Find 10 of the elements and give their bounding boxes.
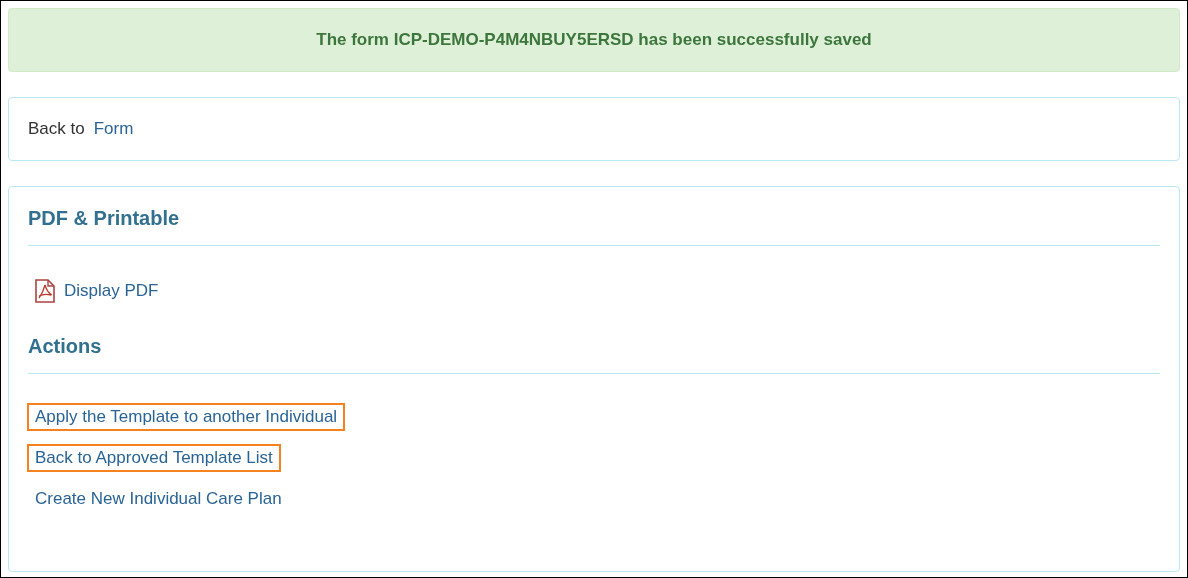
action-link[interactable]: Back to Approved Template List xyxy=(27,444,281,472)
display-pdf-link[interactable]: Display PDF xyxy=(27,275,167,307)
alert-message: The form ICP-DEMO-P4M4NBUY5ERSD has been successfully saved xyxy=(316,30,872,50)
section-heading: Actions xyxy=(28,335,1160,374)
action-link[interactable]: Apply the Template to another Individual xyxy=(27,403,346,431)
back-label: Back to xyxy=(28,119,85,139)
action-link[interactable]: Create New Individual Care Plan xyxy=(27,485,290,513)
section-heading: PDF & Printable xyxy=(28,207,1160,246)
form-link[interactable]: Form xyxy=(93,119,134,139)
pdf-file-icon xyxy=(35,279,55,303)
